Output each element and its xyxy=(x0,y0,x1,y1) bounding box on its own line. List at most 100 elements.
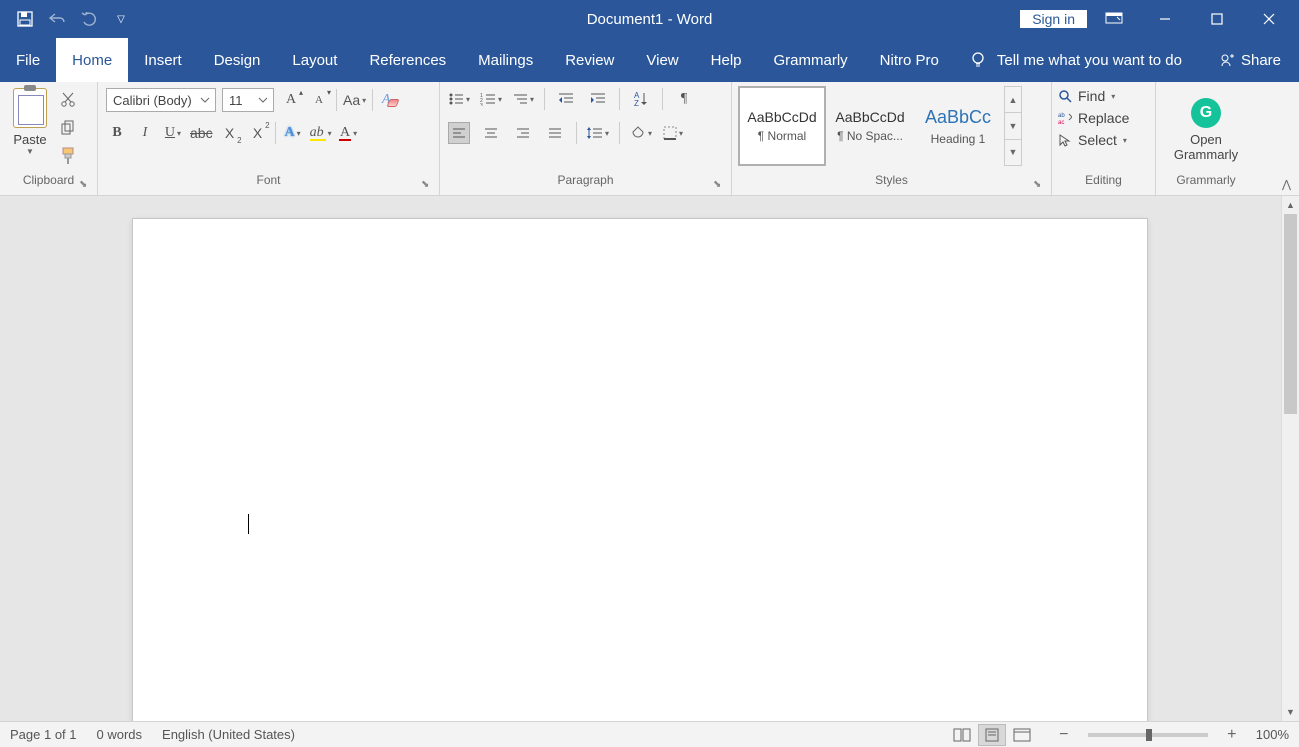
clipboard-launcher-icon[interactable]: ⬊ xyxy=(79,179,93,193)
tab-help[interactable]: Help xyxy=(695,38,758,82)
align-center-icon[interactable] xyxy=(480,122,502,144)
scroll-thumb[interactable] xyxy=(1284,214,1297,414)
web-layout-icon[interactable] xyxy=(1008,724,1036,746)
scroll-up-icon[interactable]: ▲ xyxy=(1282,196,1299,214)
bold-button[interactable]: B xyxy=(106,122,128,144)
redo-icon[interactable] xyxy=(80,10,98,28)
tell-me-search[interactable]: Tell me what you want to do xyxy=(997,52,1182,69)
decrease-indent-icon[interactable] xyxy=(555,88,577,110)
shading-icon[interactable]: ▾ xyxy=(630,122,652,144)
open-grammarly-label2[interactable]: Grammarly xyxy=(1174,147,1238,162)
maximize-button[interactable] xyxy=(1191,0,1243,38)
document-page[interactable] xyxy=(132,218,1148,721)
gallery-down-icon[interactable]: ▼ xyxy=(1005,113,1021,139)
numbering-icon[interactable]: 123▾ xyxy=(480,88,502,110)
replace-button[interactable]: abac Replace xyxy=(1058,110,1129,126)
search-icon xyxy=(1058,89,1072,103)
save-icon[interactable] xyxy=(16,10,34,28)
tab-grammarly[interactable]: Grammarly xyxy=(758,38,864,82)
tab-references[interactable]: References xyxy=(353,38,462,82)
clear-formatting-icon[interactable]: A xyxy=(379,89,401,111)
collapse-ribbon-icon[interactable]: ⋀ xyxy=(1282,178,1291,191)
tab-nitro-pro[interactable]: Nitro Pro xyxy=(864,38,955,82)
svg-text:Z: Z xyxy=(634,99,639,107)
text-effects-icon[interactable]: A▾ xyxy=(282,122,304,144)
document-name: Document1 xyxy=(587,11,664,28)
multilevel-list-icon[interactable]: ▾ xyxy=(512,88,534,110)
change-case-icon[interactable]: Aa▾ xyxy=(343,89,366,111)
grow-font-icon[interactable]: A▴ xyxy=(280,89,302,111)
style-no-spacing[interactable]: AaBbCcDd ¶ No Spac... xyxy=(826,86,914,166)
tab-layout[interactable]: Layout xyxy=(276,38,353,82)
undo-icon[interactable] xyxy=(48,10,66,28)
subscript-button[interactable]: X2 xyxy=(219,122,241,144)
line-spacing-icon[interactable]: ▾ xyxy=(587,122,609,144)
qat-customize-icon[interactable]: ▽ xyxy=(112,10,130,28)
paste-button[interactable]: Paste ▼ xyxy=(6,86,54,156)
gallery-up-icon[interactable]: ▲ xyxy=(1005,87,1021,113)
font-name-combo[interactable]: Calibri (Body) xyxy=(106,88,216,112)
paste-label: Paste xyxy=(13,132,46,147)
zoom-level[interactable]: 100% xyxy=(1256,727,1289,742)
format-painter-icon[interactable] xyxy=(58,146,78,166)
minimize-button[interactable] xyxy=(1139,0,1191,38)
shrink-font-icon[interactable]: A▾ xyxy=(308,89,330,111)
zoom-slider[interactable] xyxy=(1088,733,1208,737)
find-button[interactable]: Find ▾ xyxy=(1058,88,1115,104)
styles-launcher-icon[interactable]: ⬊ xyxy=(1033,179,1047,193)
font-size-combo[interactable]: 11 xyxy=(222,88,274,112)
gallery-more-icon[interactable]: ▼ xyxy=(1005,140,1021,165)
group-label-editing: Editing xyxy=(1052,173,1155,195)
font-color-icon[interactable]: A▾ xyxy=(338,122,360,144)
open-grammarly-label1[interactable]: Open xyxy=(1190,132,1222,147)
scroll-down-icon[interactable]: ▼ xyxy=(1282,703,1299,721)
justify-icon[interactable] xyxy=(544,122,566,144)
tab-review[interactable]: Review xyxy=(549,38,630,82)
vertical-scrollbar[interactable]: ▲ ▼ xyxy=(1281,196,1299,721)
select-button[interactable]: Select ▾ xyxy=(1058,132,1127,148)
strikethrough-button[interactable]: abc xyxy=(190,122,213,144)
font-launcher-icon[interactable]: ⬊ xyxy=(421,179,435,193)
ribbon-display-options-icon[interactable] xyxy=(1095,0,1133,38)
superscript-button[interactable]: X2 xyxy=(247,122,269,144)
app-name: - Word xyxy=(663,11,712,28)
align-left-icon[interactable] xyxy=(448,122,470,144)
page-count[interactable]: Page 1 of 1 xyxy=(10,727,77,742)
svg-text:ac: ac xyxy=(1058,120,1064,125)
increase-indent-icon[interactable] xyxy=(587,88,609,110)
language-status[interactable]: English (United States) xyxy=(162,727,295,742)
zoom-slider-knob[interactable] xyxy=(1146,729,1152,741)
tab-mailings[interactable]: Mailings xyxy=(462,38,549,82)
tab-insert[interactable]: Insert xyxy=(128,38,198,82)
sort-icon[interactable]: AZ xyxy=(630,88,652,110)
tab-home[interactable]: Home xyxy=(56,38,128,82)
copy-icon[interactable] xyxy=(58,118,78,138)
italic-button[interactable]: I xyxy=(134,122,156,144)
zoom-out-button[interactable]: − xyxy=(1050,724,1078,746)
tab-file[interactable]: File xyxy=(0,38,56,82)
bullets-icon[interactable]: ▾ xyxy=(448,88,470,110)
underline-button[interactable]: U▾ xyxy=(162,122,184,144)
word-count[interactable]: 0 words xyxy=(97,727,143,742)
svg-text:ab: ab xyxy=(1058,113,1065,119)
highlight-color-icon[interactable]: ab▾ xyxy=(310,122,332,144)
paragraph-launcher-icon[interactable]: ⬊ xyxy=(713,179,727,193)
borders-icon[interactable]: ▾ xyxy=(662,122,684,144)
tab-design[interactable]: Design xyxy=(198,38,277,82)
print-layout-icon[interactable] xyxy=(978,724,1006,746)
grammarly-icon[interactable]: G xyxy=(1191,98,1221,128)
zoom-in-button[interactable]: + xyxy=(1218,724,1246,746)
style-heading1[interactable]: AaBbCc Heading 1 xyxy=(914,86,1002,166)
style-normal[interactable]: AaBbCcDd ¶ Normal xyxy=(738,86,826,166)
group-label-styles: Styles xyxy=(732,173,1051,195)
show-hide-marks-icon[interactable]: ¶ xyxy=(673,88,695,110)
read-mode-icon[interactable] xyxy=(948,724,976,746)
share-button[interactable]: Share xyxy=(1201,38,1299,82)
align-right-icon[interactable] xyxy=(512,122,534,144)
tab-view[interactable]: View xyxy=(630,38,694,82)
sign-in-button[interactable]: Sign in xyxy=(1020,10,1087,28)
cut-icon[interactable] xyxy=(58,90,78,110)
quick-access-toolbar: ▽ xyxy=(0,10,130,28)
close-button[interactable] xyxy=(1243,0,1295,38)
paste-dropdown-icon[interactable]: ▼ xyxy=(26,147,34,156)
